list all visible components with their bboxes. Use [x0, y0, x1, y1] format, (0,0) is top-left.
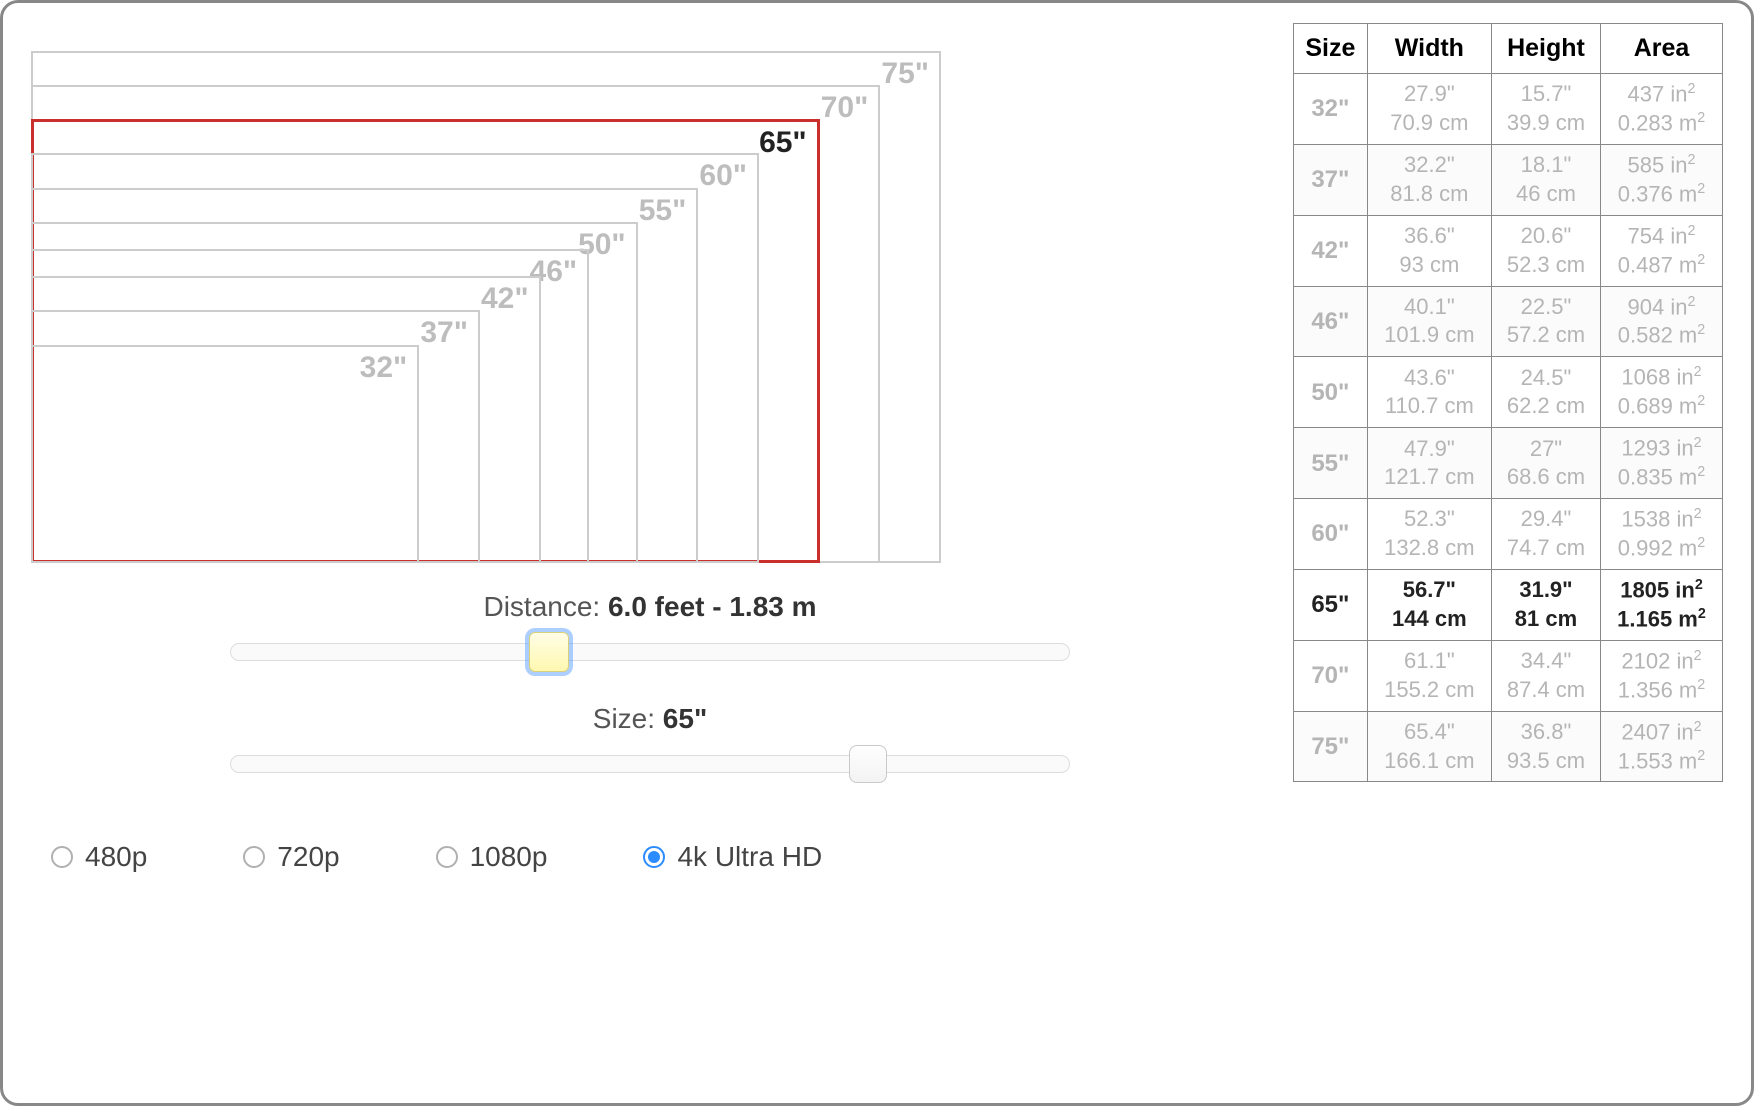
table-cell: 18.1"46 cm: [1491, 144, 1600, 215]
table-cell: 1538 in20.992 m2: [1600, 499, 1722, 570]
resolution-radios: 480p 720p 1080p 4k Ultra HD: [31, 841, 1269, 873]
table-row: 75"65.4"166.1 cm36.8"93.5 cm2407 in21.55…: [1294, 711, 1723, 782]
size-value: 65": [663, 703, 707, 734]
radio-label: 4k Ultra HD: [677, 841, 822, 873]
radio-dot-icon: [643, 846, 665, 868]
resolution-radio-4k-ultra-hd[interactable]: 4k Ultra HD: [643, 841, 822, 873]
table-cell: 904 in20.582 m2: [1600, 286, 1722, 357]
screen-rect-label: 55": [639, 194, 687, 228]
table-cell: 60": [1294, 499, 1368, 570]
table-cell: 29.4"74.7 cm: [1491, 499, 1600, 570]
screen-rect-label: 75": [881, 57, 929, 91]
tv-size-diagram: 75"70"65"60"55"50"46"42"37"32": [31, 23, 1269, 563]
table-cell: 2407 in21.553 m2: [1600, 711, 1722, 782]
size-label: Size: 65": [31, 703, 1269, 735]
table-cell: 50": [1294, 357, 1368, 428]
table-cell: 437 in20.283 m2: [1600, 74, 1722, 145]
resolution-radio-1080p[interactable]: 1080p: [436, 841, 548, 873]
table-cell: 65": [1294, 569, 1368, 640]
table-cell: 31.9"81 cm: [1491, 569, 1600, 640]
table-cell: 55": [1294, 428, 1368, 499]
table-cell: 27"68.6 cm: [1491, 428, 1600, 499]
table-row: 60"52.3"132.8 cm29.4"74.7 cm1538 in20.99…: [1294, 499, 1723, 570]
table-row: 46"40.1"101.9 cm22.5"57.2 cm904 in20.582…: [1294, 286, 1723, 357]
table-cell: 754 in20.487 m2: [1600, 215, 1722, 286]
table-header: Area: [1600, 24, 1722, 74]
table-cell: 37": [1294, 144, 1368, 215]
table-cell: 75": [1294, 711, 1368, 782]
screen-rect-label: 32": [360, 351, 408, 385]
table-cell: 22.5"57.2 cm: [1491, 286, 1600, 357]
table-cell: 20.6"52.3 cm: [1491, 215, 1600, 286]
screen-rect-label: 60": [699, 159, 747, 193]
table-cell: 40.1"101.9 cm: [1367, 286, 1491, 357]
table-cell: 70": [1294, 640, 1368, 711]
table-cell: 52.3"132.8 cm: [1367, 499, 1491, 570]
table-row: 42"36.6"93 cm20.6"52.3 cm754 in20.487 m2: [1294, 215, 1723, 286]
table-cell: 56.7"144 cm: [1367, 569, 1491, 640]
table-header: Height: [1491, 24, 1600, 74]
table-cell: 15.7"39.9 cm: [1491, 74, 1600, 145]
size-slider[interactable]: [230, 749, 1070, 779]
table-row: 70"61.1"155.2 cm34.4"87.4 cm2102 in21.35…: [1294, 640, 1723, 711]
table-cell: 65.4"166.1 cm: [1367, 711, 1491, 782]
table-cell: 27.9"70.9 cm: [1367, 74, 1491, 145]
distance-value: 6.0 feet - 1.83 m: [608, 591, 817, 622]
distance-slider[interactable]: [230, 637, 1070, 667]
table-cell: 47.9"121.7 cm: [1367, 428, 1491, 499]
screen-rect-32: 32": [31, 345, 419, 563]
screen-rect-label: 42": [481, 282, 529, 316]
table-cell: 1068 in20.689 m2: [1600, 357, 1722, 428]
table-cell: 34.4"87.4 cm: [1491, 640, 1600, 711]
table-cell: 1805 in21.165 m2: [1600, 569, 1722, 640]
size-slider-thumb[interactable]: [849, 745, 887, 783]
resolution-radio-720p[interactable]: 720p: [243, 841, 339, 873]
size-table: SizeWidthHeightArea 32"27.9"70.9 cm15.7"…: [1293, 23, 1723, 782]
table-cell: 32.2"81.8 cm: [1367, 144, 1491, 215]
table-cell: 46": [1294, 286, 1368, 357]
distance-label: Distance: 6.0 feet - 1.83 m: [31, 591, 1269, 623]
table-cell: 1293 in20.835 m2: [1600, 428, 1722, 499]
table-header: Size: [1294, 24, 1368, 74]
resolution-radio-480p[interactable]: 480p: [51, 841, 147, 873]
table-cell: 36.8"93.5 cm: [1491, 711, 1600, 782]
table-row: 65"56.7"144 cm31.9"81 cm1805 in21.165 m2: [1294, 569, 1723, 640]
distance-slider-thumb[interactable]: [529, 632, 569, 672]
size-label-text: Size:: [593, 703, 663, 734]
radio-label: 480p: [85, 841, 147, 873]
table-cell: 2102 in21.356 m2: [1600, 640, 1722, 711]
table-cell: 43.6"110.7 cm: [1367, 357, 1491, 428]
table-row: 32"27.9"70.9 cm15.7"39.9 cm437 in20.283 …: [1294, 74, 1723, 145]
table-cell: 585 in20.376 m2: [1600, 144, 1722, 215]
radio-dot-icon: [51, 846, 73, 868]
radio-dot-icon: [436, 846, 458, 868]
radio-label: 720p: [277, 841, 339, 873]
table-cell: 42": [1294, 215, 1368, 286]
distance-label-text: Distance:: [483, 591, 608, 622]
table-row: 37"32.2"81.8 cm18.1"46 cm585 in20.376 m2: [1294, 144, 1723, 215]
table-cell: 36.6"93 cm: [1367, 215, 1491, 286]
radio-dot-icon: [243, 846, 265, 868]
screen-rect-label: 70": [821, 91, 869, 125]
radio-label: 1080p: [470, 841, 548, 873]
screen-rect-label: 65": [759, 126, 807, 160]
table-row: 50"43.6"110.7 cm24.5"62.2 cm1068 in20.68…: [1294, 357, 1723, 428]
table-row: 55"47.9"121.7 cm27"68.6 cm1293 in20.835 …: [1294, 428, 1723, 499]
screen-rect-label: 37": [420, 316, 468, 350]
table-cell: 24.5"62.2 cm: [1491, 357, 1600, 428]
table-header: Width: [1367, 24, 1491, 74]
table-cell: 32": [1294, 74, 1368, 145]
table-cell: 61.1"155.2 cm: [1367, 640, 1491, 711]
